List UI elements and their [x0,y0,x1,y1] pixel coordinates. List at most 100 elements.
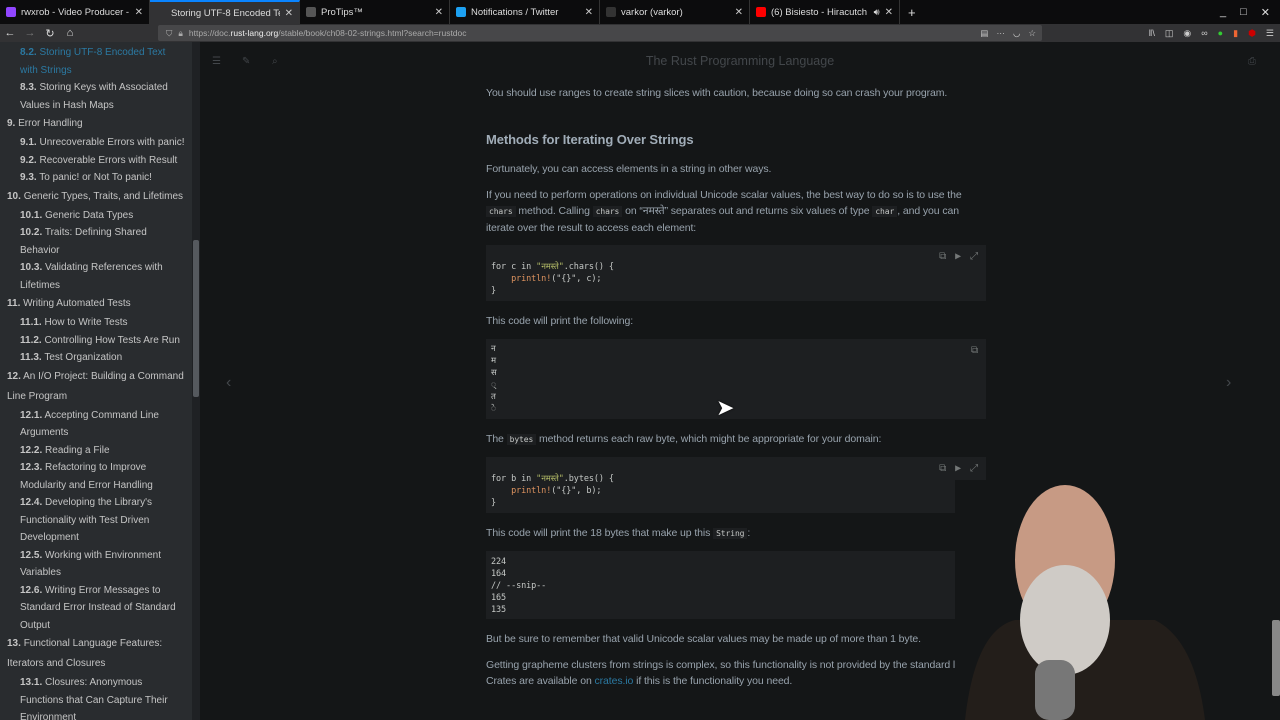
sidebar-item-number: 8.2. [20,47,37,58]
bookmark-star-icon[interactable]: ☆ [1028,28,1036,39]
lock-icon: 🔒︎ [178,27,183,38]
sidebar-item-number: 11.1. [20,317,42,328]
sidebar-item-number: 11.2. [20,334,42,346]
paragraph: Getting grapheme clusters from strings i… [486,659,983,687]
sidebar-item-number: 8.3. [20,82,37,93]
close-tab-icon[interactable]: ✕ [735,7,743,18]
url-bar[interactable]: ⛉ 🔒︎ https://doc.rust-lang.org/stable/bo… [158,25,1042,41]
run-icon[interactable]: ▶ [955,463,961,475]
pocket-icon[interactable]: ◡ [1013,28,1020,39]
more-actions-icon[interactable]: ··· [996,28,1005,39]
sidebar-item[interactable]: 10.2. Traits: Defining Shared Behavior [6,224,186,259]
sidebar-item[interactable]: 12. An I/O Project: Building a Command L… [6,367,186,407]
print-icon[interactable]: ⎙ [1248,56,1256,67]
sidebar-item[interactable]: 11.2. Controlling How Tests Are Run [6,332,186,350]
account-icon[interactable]: ◉ [1183,28,1191,39]
youtube-icon [756,7,766,17]
sidebar-item[interactable]: 9.3. To panic! or Not To panic! [6,169,186,187]
copy-icon[interactable]: ⧉ [939,463,946,475]
sidebar-item[interactable]: 11.1. How to Write Tests [6,314,186,332]
browser-tab[interactable]: (6) Bisiesto - Hiracutch [\ 🔊︎ ✕ [750,0,900,24]
run-icon[interactable]: ▶ [955,251,961,263]
expand-icon[interactable]: ⤢ [970,463,978,475]
extension-green-icon[interactable]: ● [1218,28,1223,39]
sidebar-item-number: 9. [7,118,16,129]
close-window-icon[interactable]: ✕ [1261,6,1270,19]
crates-io-link[interactable]: crates.io [595,675,634,687]
section-heading[interactable]: Methods for Iterating Over Strings [486,131,986,149]
page-scrollbar-thumb[interactable] [1272,620,1280,696]
close-tab-icon[interactable]: ✕ [435,7,443,18]
sidebar-item[interactable]: 11. Writing Automated Tests [6,294,186,314]
shield-icon[interactable]: ⛉ [166,28,172,39]
extension-mask-icon[interactable]: ∞ [1201,28,1207,39]
minimize-icon[interactable]: _ [1220,6,1226,19]
window-controls: _ □ ✕ [1220,6,1280,19]
twitter-icon [456,7,466,17]
library-icon[interactable]: ‖\ [1149,28,1155,39]
browser-tab[interactable]: rwxrob - Video Producer - T ✕ [0,0,150,24]
webcam-overlay [955,480,1205,720]
sidebar-item-label: How to Write Tests [44,317,128,328]
sidebar-item-number: 9.1. [20,137,37,148]
expand-icon[interactable]: ⤢ [970,251,978,263]
close-tab-icon[interactable]: ✕ [135,7,143,18]
browser-tab[interactable]: varkor (varkor) ✕ [600,0,750,24]
sidebar-item[interactable]: 8.2. Storing UTF-8 Encoded Text with Str… [6,44,186,79]
sidebar-item[interactable]: 10. Generic Types, Traits, and Lifetimes [6,187,186,207]
sidebar-item[interactable]: 9. Error Handling [6,114,186,134]
output-line: 224 [491,557,507,567]
sidebar-item[interactable]: 12.1. Accepting Command Line Arguments [6,407,186,442]
sidebar-item[interactable]: 13. Functional Language Features: Iterat… [6,634,186,674]
sidebar-item-label: Generic Data Types [45,209,134,221]
speaker-icon[interactable]: 🔊︎ [874,7,880,18]
sidebar-item[interactable]: 12.6. Writing Error Messages to Standard… [6,582,186,635]
sidebar-item[interactable]: 12.5. Working with Environment Variables [6,547,186,582]
sidebar-item[interactable]: 12.2. Reading a File [6,442,186,460]
output-line: 165 [491,593,507,603]
reader-view-icon[interactable]: ▤ [980,28,988,39]
next-chapter-icon[interactable]: › [1226,374,1231,392]
menu-icon[interactable]: ☰ [1266,28,1274,39]
sidebar-item[interactable]: 9.2. Recoverable Errors with Result [6,152,186,170]
sidebar-item-label: Recoverable Errors with Result [39,154,178,166]
browser-tab[interactable]: Notifications / Twitter ✕ [450,0,600,24]
home-icon[interactable]: ⌂ [60,27,80,39]
sidebar-item-label: Writing Automated Tests [23,298,131,309]
tab-title: Storing UTF-8 Encoded Tex [171,7,280,19]
new-tab-button[interactable]: + [900,5,924,20]
sidebar-scrollbar-thumb[interactable] [193,240,199,397]
sidebar-item-label: Reading a File [45,444,110,456]
paragraph: Fortunately, you can access elements in … [486,163,772,175]
sidebar-item[interactable]: 9.1. Unrecoverable Errors with panic! [6,134,186,152]
sidebar-item[interactable]: 8.3. Storing Keys with Associated Values… [6,79,186,114]
close-tab-icon[interactable]: ✕ [285,8,293,19]
maximize-icon[interactable]: □ [1240,6,1247,19]
back-icon[interactable]: ← [0,27,20,39]
previous-chapter-icon[interactable]: ‹ [226,374,231,392]
sidebar-item[interactable]: 12.4. Developing the Library's Functiona… [6,494,186,547]
sidebar-item[interactable]: 11.3. Test Organization [6,349,186,367]
sidebar-item[interactable]: 12.3. Refactoring to Improve Modularity … [6,459,186,494]
close-tab-icon[interactable]: ✕ [885,7,893,18]
copy-icon[interactable]: ⧉ [939,251,946,263]
extension-flag-icon[interactable]: ▮ [1233,28,1238,39]
sidebar-item-label: Working with Environment Variables [20,549,162,579]
ublock-icon[interactable]: ⬢ [1248,28,1256,39]
sidebar-toggle-icon[interactable]: ◫ [1165,28,1174,39]
output-block-bytes: 224 164 // --snip-- 165 135 [486,551,986,619]
sidebar-item[interactable]: 13.1. Closures: Anonymous Functions that… [6,674,186,720]
browser-tab[interactable]: Storing UTF-8 Encoded Tex ✕ [150,0,300,24]
sidebar-item-label: Functional Language Features: Iterators … [7,638,163,669]
paragraph: The bytes method returns each raw byte, … [486,433,882,445]
sidebar-item[interactable]: 10.3. Validating References with Lifetim… [6,259,186,294]
sidebar-item-number: 12.4. [20,497,43,508]
browser-tab[interactable]: ProTips™ ✕ [300,0,450,24]
output-line: न [491,344,496,354]
sidebar-item[interactable]: 10.1. Generic Data Types [6,207,186,225]
close-tab-icon[interactable]: ✕ [585,7,593,18]
reload-icon[interactable]: ↻ [40,27,60,40]
forward-icon[interactable]: → [20,27,40,39]
sidebar-item-label: Controlling How Tests Are Run [44,334,180,346]
copy-icon[interactable]: ⧉ [971,345,978,357]
